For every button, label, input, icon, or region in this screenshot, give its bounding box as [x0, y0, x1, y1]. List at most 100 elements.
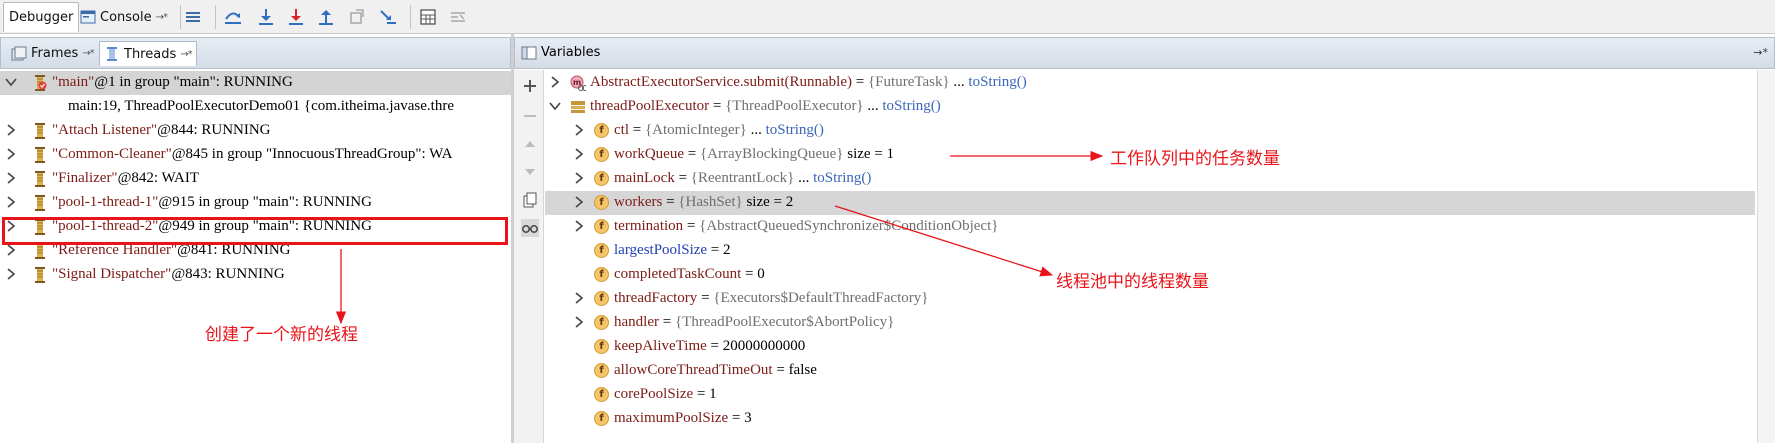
thread-label: "Finalizer"@842: WAIT	[52, 170, 199, 187]
variable-label: handler = {ThreadPoolExecutor$AbortPolic…	[614, 314, 894, 331]
step-into-icon[interactable]	[256, 7, 276, 27]
expand-chevron-icon[interactable]	[4, 195, 18, 209]
trace-icon[interactable]	[448, 7, 468, 27]
variable-row[interactable]: f termination = {AbstractQueuedSynchroniz…	[545, 215, 1755, 239]
add-watch-icon[interactable]	[521, 77, 539, 95]
variable-equals: =	[707, 242, 724, 258]
variables-scrollbar[interactable]	[1757, 70, 1775, 443]
pin-icon[interactable]: →*	[180, 49, 192, 60]
variable-row[interactable]: f allowCoreThreadTimeOut = false	[545, 359, 1755, 383]
thread-status: @949 in group "main": RUNNING	[158, 218, 372, 234]
pin-icon[interactable]: →*	[82, 48, 94, 59]
thread-row[interactable]: "pool-1-thread-2"@949 in group "main": R…	[0, 215, 511, 239]
to-string-link[interactable]: toString()	[766, 122, 824, 138]
variable-label: keepAliveTime = 20000000000	[614, 338, 805, 355]
variable-row[interactable]: m AbstractExecutorService.submit(Runnable…	[545, 71, 1755, 95]
show-watches-icon[interactable]	[521, 219, 539, 237]
variable-label: AbstractExecutorService.submit(Runnable)…	[590, 74, 1027, 90]
variable-value: 2	[723, 242, 731, 258]
thread-row[interactable]: "Attach Listener"@844: RUNNING	[0, 119, 511, 143]
expand-chevron-icon[interactable]	[572, 291, 586, 305]
expand-chevron-icon[interactable]	[572, 195, 586, 209]
expand-chevron-icon[interactable]	[4, 147, 18, 161]
variable-label: workers = {HashSet} size = 2	[614, 194, 793, 211]
thread-row[interactable]: "Signal Dispatcher"@843: RUNNING	[0, 263, 511, 287]
move-down-icon[interactable]	[521, 163, 539, 181]
to-string-link[interactable]: toString()	[882, 98, 940, 114]
thread-row[interactable]: "pool-1-thread-1"@915 in group "main": R…	[0, 191, 511, 215]
variable-name: termination	[614, 218, 684, 234]
thread-label: "pool-1-thread-2"@949 in group "main": R…	[52, 218, 372, 235]
force-step-into-icon[interactable]	[286, 7, 306, 27]
to-string-link[interactable]: toString()	[968, 74, 1026, 90]
thread-row[interactable]: "main"@1 in group "main": RUNNING	[0, 71, 511, 95]
variable-row[interactable]: threadPoolExecutor = {ThreadPoolExecutor…	[545, 95, 1755, 119]
variable-label: completedTaskCount = 0	[614, 266, 765, 283]
variable-name: handler	[614, 314, 659, 330]
thread-icon	[35, 171, 45, 187]
expand-chevron-icon[interactable]	[572, 315, 586, 329]
variable-equals: =	[674, 170, 691, 186]
tab-frames[interactable]: Frames →*	[7, 41, 98, 66]
field-icon: f	[594, 171, 609, 186]
pin-icon[interactable]: →*	[156, 12, 168, 23]
thread-row[interactable]: "Reference Handler"@841: RUNNING	[0, 239, 511, 263]
menu-icon[interactable]	[183, 7, 203, 27]
step-out-icon[interactable]	[316, 7, 336, 27]
expand-chevron-icon[interactable]	[4, 243, 18, 257]
field-icon: f	[594, 291, 609, 306]
variable-row[interactable]: f workers = {HashSet} size = 2	[545, 191, 1755, 215]
expand-chevron-icon[interactable]	[4, 171, 18, 185]
thread-row[interactable]: "Finalizer"@842: WAIT	[0, 167, 511, 191]
expand-chevron-icon[interactable]	[572, 147, 586, 161]
variable-value: 20000000000	[722, 338, 806, 354]
drop-frame-icon[interactable]	[347, 7, 367, 27]
stack-frame-row[interactable]: main:19, ThreadPoolExecutorDemo01 {com.i…	[0, 95, 511, 119]
variable-name: corePoolSize	[614, 386, 694, 402]
expand-chevron-icon[interactable]	[4, 219, 18, 233]
expand-chevron-icon[interactable]	[4, 75, 18, 89]
thread-count-annotation: 线程池中的线程数量	[1056, 272, 1209, 292]
variable-row[interactable]: f largestPoolSize = 2	[545, 239, 1755, 263]
field-icon: f	[594, 147, 609, 162]
thread-name: "Common-Cleaner"	[52, 146, 172, 162]
expand-chevron-icon[interactable]	[4, 267, 18, 281]
expand-chevron-icon[interactable]	[4, 123, 18, 137]
variable-name: threadPoolExecutor	[590, 98, 710, 114]
expand-chevron-icon[interactable]	[548, 99, 562, 113]
variable-row[interactable]: f mainLock = {ReentrantLock} ... toString…	[545, 167, 1755, 191]
tab-debugger[interactable]: Debugger	[3, 2, 80, 32]
variable-type: {ThreadPoolExecutor$AbortPolicy}	[674, 314, 895, 330]
remove-watch-icon[interactable]	[521, 107, 539, 125]
expand-chevron-icon[interactable]	[572, 171, 586, 185]
variable-label: allowCoreThreadTimeOut = false	[614, 362, 817, 379]
copy-icon[interactable]	[521, 191, 539, 209]
variable-row[interactable]: f handler = {ThreadPoolExecutor$AbortPoli…	[545, 311, 1755, 335]
variable-row[interactable]: f corePoolSize = 1	[545, 383, 1755, 407]
to-string-link[interactable]: toString()	[813, 170, 871, 186]
thread-name: "pool-1-thread-1"	[52, 194, 159, 210]
variable-type: {Executors$DefaultThreadFactory}	[713, 290, 929, 306]
pin-icon[interactable]: →*	[1753, 46, 1768, 59]
variable-row[interactable]: f ctl = {AtomicInteger} ... toString()	[545, 119, 1755, 143]
thread-row[interactable]: "Common-Cleaner"@845 in group "Innocuous…	[0, 143, 511, 167]
expand-chevron-icon[interactable]	[548, 75, 562, 89]
run-to-cursor-icon[interactable]	[378, 7, 398, 27]
expand-chevron-icon[interactable]	[572, 219, 586, 233]
evaluate-expression-icon[interactable]	[418, 7, 438, 27]
tab-threads-label: Threads	[124, 46, 177, 62]
move-up-icon[interactable]	[521, 135, 539, 153]
variable-name: completedTaskCount	[614, 266, 742, 282]
step-over-icon[interactable]	[223, 7, 243, 27]
tab-threads[interactable]: Threads →*	[99, 41, 197, 66]
thread-status: @844: RUNNING	[157, 122, 271, 138]
variable-row[interactable]: f keepAliveTime = 20000000000	[545, 335, 1755, 359]
tab-frames-label: Frames	[31, 46, 79, 61]
variable-equals: =	[772, 362, 789, 378]
variable-row[interactable]: f maximumPoolSize = 3	[545, 407, 1755, 431]
tab-console[interactable]: Console →*	[76, 2, 171, 32]
expand-chevron-icon[interactable]	[572, 123, 586, 137]
variable-value: false	[788, 362, 817, 378]
variables-title: Variables	[541, 45, 601, 60]
variable-label: maximumPoolSize = 3	[614, 410, 752, 427]
